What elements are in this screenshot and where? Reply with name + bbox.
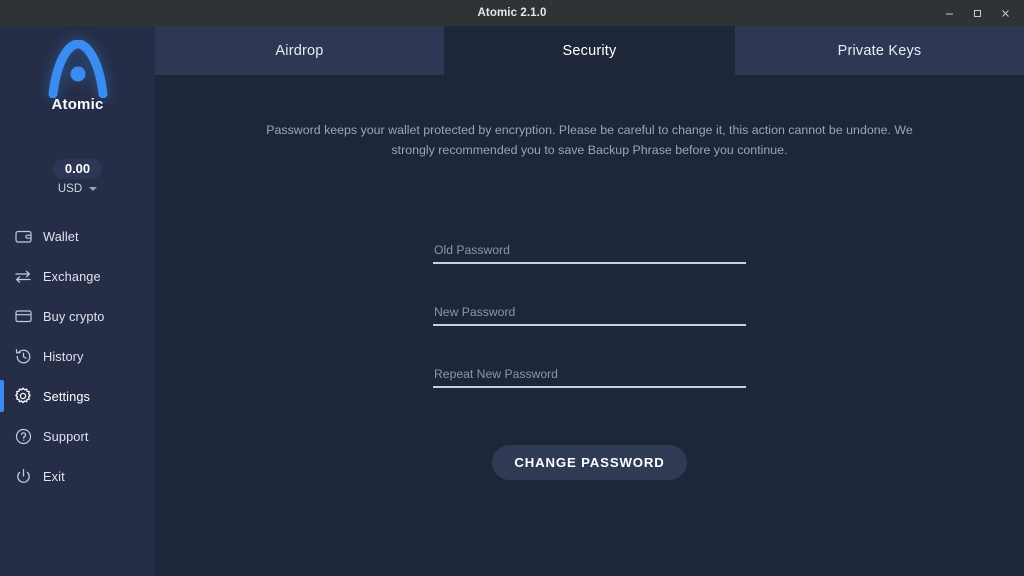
tab-private-keys[interactable]: Private Keys (735, 26, 1024, 75)
tab-security[interactable]: Security (445, 26, 735, 75)
repeat-password-field[interactable] (433, 361, 746, 388)
tab-label: Private Keys (838, 43, 922, 59)
sidebar-label: Exchange (43, 269, 101, 284)
new-password-input[interactable] (433, 299, 746, 324)
window-title: Atomic 2.1.0 (478, 7, 547, 19)
old-password-field[interactable] (433, 237, 746, 264)
sidebar-nav: Wallet Exchange Buy cr (0, 216, 155, 496)
new-password-field[interactable] (433, 299, 746, 326)
title-bar: Atomic 2.1.0 (0, 0, 1024, 26)
chevron-down-icon (89, 187, 97, 191)
sidebar-label: Support (43, 429, 89, 444)
gear-icon (12, 385, 34, 407)
currency-label: USD (58, 183, 82, 195)
old-password-input[interactable] (433, 237, 746, 262)
sidebar-label: History (43, 349, 84, 364)
sidebar: Atomic 0.00 USD Wallet (0, 26, 155, 576)
sidebar-label: Buy crypto (43, 309, 104, 324)
balance-amount[interactable]: 0.00 (53, 159, 102, 179)
minimize-icon[interactable] (936, 2, 962, 24)
sidebar-label: Wallet (43, 229, 79, 244)
change-password-form (433, 237, 746, 388)
brand: Atomic (0, 40, 155, 113)
sidebar-item-exchange[interactable]: Exchange (0, 256, 155, 296)
sidebar-item-buy-crypto[interactable]: Buy crypto (0, 296, 155, 336)
balance-block: 0.00 USD (0, 159, 155, 195)
wallet-icon (12, 225, 34, 247)
sidebar-item-exit[interactable]: Exit (0, 456, 155, 496)
tab-label: Airdrop (275, 43, 323, 59)
tab-label: Security (563, 43, 617, 59)
tab-bar: Airdrop Security Private Keys (155, 26, 1024, 75)
sidebar-label: Exit (43, 469, 65, 484)
security-description: Password keeps your wallet protected by … (155, 120, 1024, 160)
sidebar-item-support[interactable]: Support (0, 416, 155, 456)
window-controls (936, 0, 1018, 26)
atomic-logo-icon (47, 40, 109, 98)
maximize-icon[interactable] (964, 2, 990, 24)
submit-row: CHANGE PASSWORD (155, 445, 1024, 480)
repeat-password-input[interactable] (433, 361, 746, 386)
exchange-icon (12, 265, 34, 287)
sidebar-label: Settings (43, 389, 90, 404)
change-password-button[interactable]: CHANGE PASSWORD (492, 445, 686, 480)
clock-icon (12, 345, 34, 367)
brand-name: Atomic (0, 96, 155, 113)
currency-selector[interactable]: USD (0, 183, 155, 195)
question-icon (12, 425, 34, 447)
sidebar-item-wallet[interactable]: Wallet (0, 216, 155, 256)
tab-airdrop[interactable]: Airdrop (155, 26, 445, 75)
content-area: Password keeps your wallet protected by … (155, 75, 1024, 576)
sidebar-item-settings[interactable]: Settings (0, 376, 155, 416)
card-icon (12, 305, 34, 327)
power-icon (12, 465, 34, 487)
app-window: Atomic 2.1.0 Atomic 0.00 (0, 0, 1024, 576)
sidebar-item-history[interactable]: History (0, 336, 155, 376)
close-icon[interactable] (992, 2, 1018, 24)
